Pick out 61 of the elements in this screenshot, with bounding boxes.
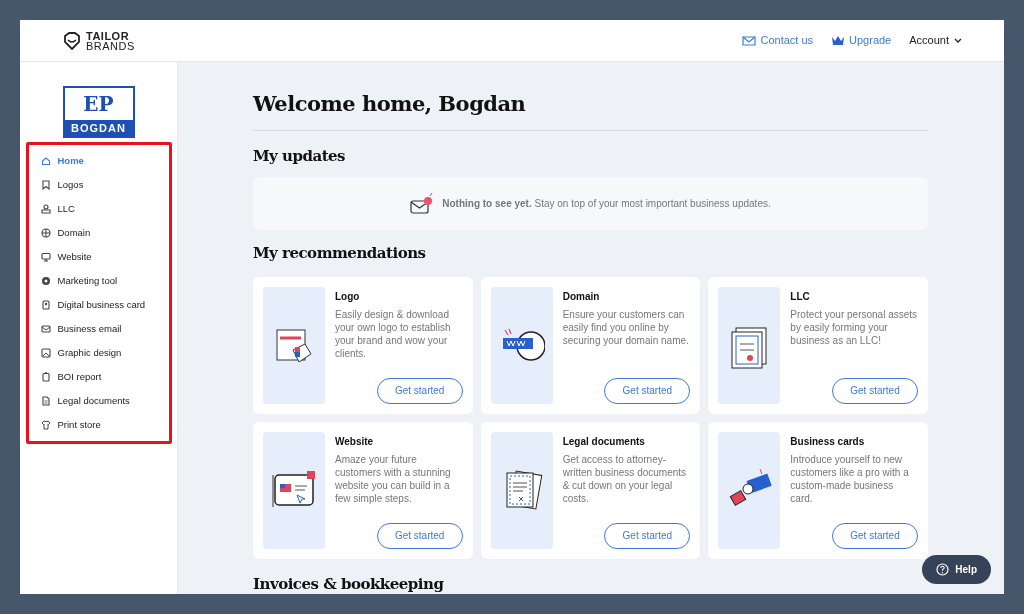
get-started-button[interactable]: Get started bbox=[604, 377, 691, 404]
header-link[interactable]: Contact us bbox=[742, 32, 814, 49]
envelope-icon bbox=[40, 324, 51, 334]
get-started-button[interactable]: Get started bbox=[604, 522, 691, 549]
page-title: Welcome home, Bogdan bbox=[253, 88, 928, 131]
updates-message: Nothing to see yet. Stay on top of your most important business updates. bbox=[442, 197, 771, 211]
get-started-button[interactable]: Get started bbox=[376, 377, 463, 404]
sidebar-item[interactable]: Print store bbox=[40, 413, 169, 437]
sidebar-item[interactable]: Home bbox=[40, 149, 169, 173]
card-title: Legal documents bbox=[562, 434, 646, 449]
help-button[interactable]: Help bbox=[922, 555, 991, 584]
sidebar-item[interactable]: Website bbox=[40, 245, 169, 269]
get-started-button[interactable]: Get started bbox=[832, 522, 918, 549]
section-heading: My updates bbox=[253, 145, 347, 167]
picture-icon bbox=[40, 348, 51, 358]
stamp-icon bbox=[40, 204, 51, 214]
section-heading: My recommendations bbox=[253, 243, 427, 264]
envelope-icon bbox=[742, 34, 757, 47]
get-started-button[interactable]: Get started bbox=[832, 377, 918, 404]
chevron-down-icon bbox=[954, 37, 962, 44]
envelope-icon bbox=[410, 192, 435, 215]
document-icon bbox=[40, 396, 51, 406]
crown-icon bbox=[831, 34, 846, 47]
card-description: Easily design & download your own logo to establish your brand and wow your clients. bbox=[335, 307, 452, 360]
logo-text: TAILOR bbox=[86, 30, 131, 41]
card-description: Ensure your customers can easily find you online by securing your domain name. bbox=[562, 307, 690, 347]
card-title: Website bbox=[335, 434, 375, 449]
card-title: Logo bbox=[335, 289, 361, 304]
sidebar-item[interactable]: LLC bbox=[40, 197, 169, 221]
badge-icon bbox=[40, 300, 51, 310]
sidebar-item[interactable]: Business email bbox=[40, 317, 169, 341]
sidebar-item[interactable]: Digital business card bbox=[40, 293, 169, 317]
section-heading: Invoices & bookkeeping bbox=[253, 573, 445, 594]
dial-icon bbox=[40, 276, 51, 286]
globe-icon bbox=[40, 228, 51, 238]
shirt-icon bbox=[40, 420, 51, 430]
brand-shield-icon bbox=[62, 31, 82, 50]
sidebar-item[interactable]: Legal documents bbox=[40, 389, 169, 413]
card-title: LLC bbox=[790, 289, 811, 304]
sidebar-item[interactable]: Domain bbox=[40, 221, 169, 245]
logo-name: BOGDAN bbox=[64, 120, 133, 136]
sidebar-item[interactable]: Logos bbox=[40, 173, 169, 197]
logo-initials: EP bbox=[82, 91, 115, 118]
card-description: Introduce yourself to new customers like a pro with a custom-made business card. bbox=[790, 452, 910, 505]
sidebar-item[interactable]: BOI report bbox=[40, 365, 169, 389]
header-link[interactable]: Upgrade bbox=[831, 32, 892, 49]
sidebar-item[interactable]: Graphic design bbox=[40, 341, 169, 365]
card-title: Domain bbox=[562, 289, 601, 304]
card-description: Get access to attorney-written business documents & cut down on your legal costs. bbox=[562, 452, 688, 505]
monitor-icon bbox=[40, 252, 51, 262]
sidebar-item[interactable]: Marketing tool bbox=[40, 269, 169, 293]
clipboard-icon bbox=[40, 372, 51, 382]
get-started-button[interactable]: Get started bbox=[376, 522, 463, 549]
card-description: Amaze your future customers with a stunning website you can build in a few simple steps. bbox=[335, 452, 452, 505]
account-menu[interactable]: Account bbox=[909, 32, 962, 49]
card-description: Protect your personal assets by easily forming your business as an LLC! bbox=[790, 307, 918, 347]
bookmark-icon bbox=[40, 180, 51, 190]
home-icon bbox=[40, 156, 51, 166]
logo-text: BRANDS bbox=[86, 40, 135, 51]
card-title: Business cards bbox=[790, 434, 866, 449]
question-mark-icon bbox=[936, 563, 950, 576]
